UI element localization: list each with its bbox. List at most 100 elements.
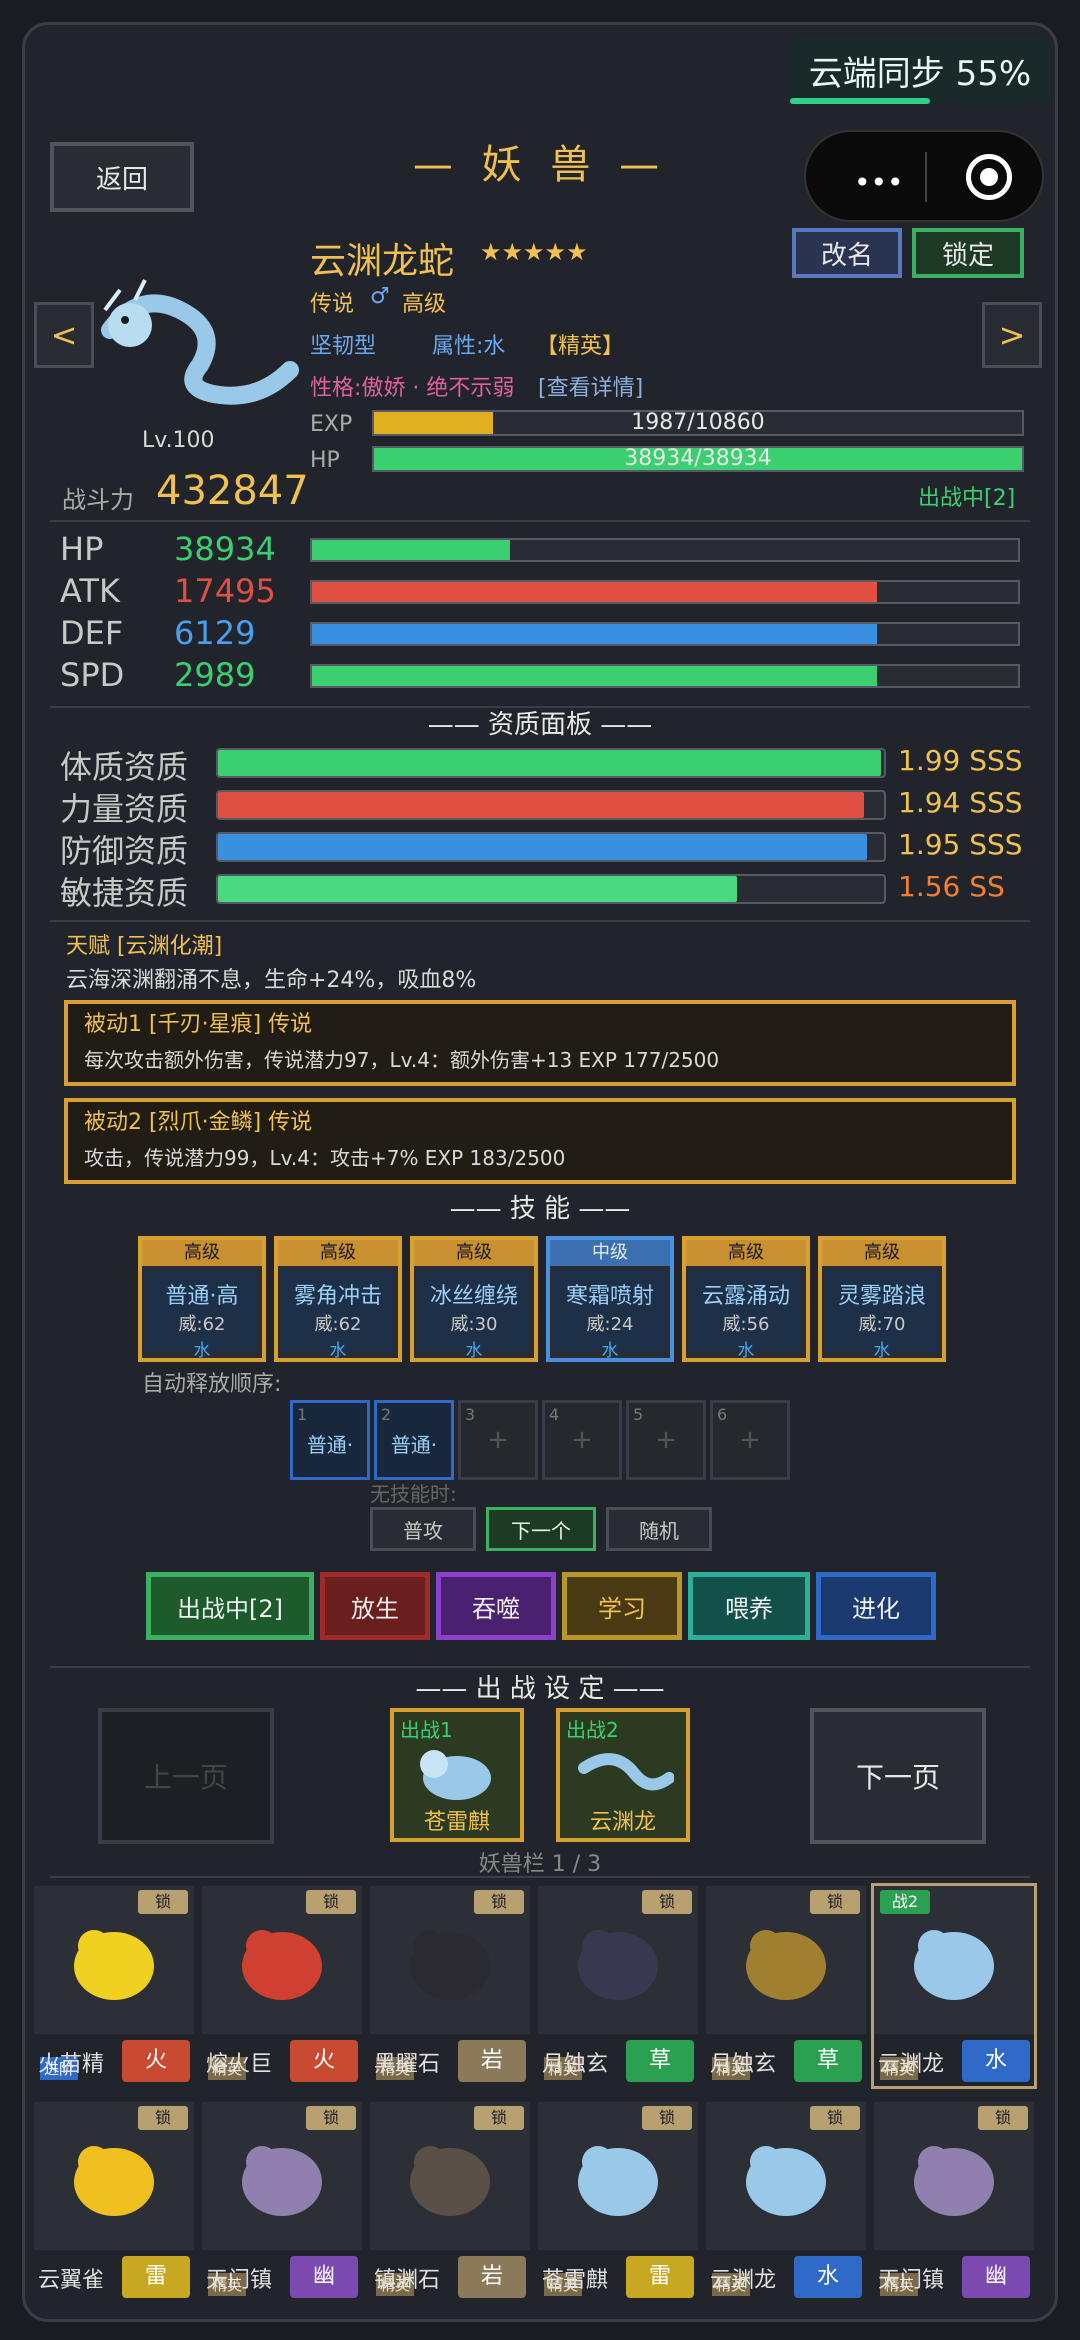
power-value: 432847 [156, 468, 309, 514]
evolve-button[interactable]: 进化 [816, 1572, 936, 1640]
skill-grade: 高级 [822, 1240, 942, 1266]
skill-grade: 高级 [686, 1240, 806, 1266]
auto-order-slot[interactable]: 4 + [542, 1400, 622, 1480]
team-title: —— 出 战 设 定 —— [415, 1674, 665, 1704]
element-badge: 岩 [458, 2040, 526, 2082]
beast-card-name: 月蚀玄 [710, 2052, 777, 2077]
devour-button[interactable]: 吞噬 [436, 1572, 556, 1640]
more-icon[interactable]: ••• [854, 166, 904, 199]
beast-card-name: 熔火巨 [206, 2052, 273, 2077]
beast-rank: 【精英】 [536, 334, 625, 359]
talent-desc: 云海深渊翻涌不息，生命+24%，吸血8% [66, 968, 477, 993]
beast-card-name: 月蚀玄 [542, 2052, 609, 2077]
beast-sprite [914, 1930, 994, 2000]
auto-order-slot[interactable]: 1 普通· [290, 1400, 370, 1480]
cloud-sync-progress [790, 98, 930, 104]
next-beast-button[interactable]: > [982, 302, 1042, 368]
close-target-icon[interactable] [966, 154, 1012, 200]
beast-sprite [914, 2146, 994, 2216]
element-badge: 水 [962, 2040, 1030, 2082]
beast-card[interactable]: 锁精英 月蚀玄草 [706, 1886, 866, 2086]
skill-power: 威:62 [178, 1314, 226, 1335]
feed-button[interactable]: 喂养 [688, 1572, 810, 1640]
mini-program-capsule[interactable]: ••• [804, 130, 1044, 222]
slot-number: 5 [633, 1405, 644, 1424]
skill-card[interactable]: 中级 寒霜喷射 威:24 水 [546, 1236, 674, 1362]
deployed-button[interactable]: 出战中[2] [146, 1572, 314, 1640]
beast-card-name: 天门镇 [878, 2268, 945, 2293]
beast-sprite [410, 2146, 490, 2216]
beast-card[interactable]: 锁云翼雀雷 [34, 2102, 194, 2302]
stat-bar [310, 622, 1020, 646]
beast-card[interactable]: 战2 精英 云渊龙水 [871, 1883, 1037, 2089]
beast-level: Lv.100 [142, 428, 215, 453]
auto-order-slot[interactable]: 6 + [710, 1400, 790, 1480]
slot-number: 3 [465, 1405, 476, 1424]
mode-random[interactable]: 随机 [606, 1507, 712, 1551]
power-label: 战斗力 [62, 486, 134, 514]
beast-card[interactable]: 锁精英 黑曜石岩 [370, 1886, 530, 2086]
add-icon: + [571, 1425, 593, 1455]
next-page-button[interactable]: 下一页 [810, 1708, 986, 1844]
stat-value: 17495 [174, 572, 276, 610]
auto-order-slot[interactable]: 3 + [458, 1400, 538, 1480]
beast-card-name: 云渊龙 [710, 2268, 777, 2293]
release-button[interactable]: 放生 [320, 1572, 430, 1640]
lock-badge: 锁 [474, 1890, 524, 1914]
stat-value: 2989 [174, 656, 256, 694]
skill-body: 冰丝缠绕 威:30 水 [418, 1270, 530, 1361]
beast-portrait [101, 279, 299, 405]
skill-card[interactable]: 高级 云露涌动 威:56 水 [682, 1236, 810, 1362]
talent-title: 天赋 [云渊化潮] [66, 934, 223, 959]
beast-card[interactable]: 锁精英 镇渊石岩 [370, 2102, 530, 2302]
passive-desc: 攻击，传说潜力99，Lv.4：攻击+7% EXP 183/2500 [84, 1146, 566, 1170]
learn-button[interactable]: 学习 [562, 1572, 682, 1640]
element-badge: 岩 [458, 2256, 526, 2298]
lock-badge: 锁 [474, 2106, 524, 2130]
rename-button[interactable]: 改名 [792, 228, 902, 278]
add-icon: + [739, 1425, 761, 1455]
beast-card[interactable]: 锁精英 苍雷麒雷 [538, 2102, 698, 2302]
beast-grade: 高级 [402, 292, 447, 317]
skill-card[interactable]: 高级 冰丝缠绕 威:30 水 [410, 1236, 538, 1362]
prev-beast-button[interactable]: < [34, 302, 94, 368]
element-badge: 火 [290, 2040, 358, 2082]
lock-badge: 锁 [138, 2106, 188, 2130]
beast-sprite [242, 2146, 322, 2216]
mode-next[interactable]: 下一个 [486, 1507, 596, 1551]
beast-card[interactable]: 锁精英 熔火巨火 [202, 1886, 362, 2086]
aptitude-bar [216, 748, 886, 778]
skill-name: 雾角冲击 [293, 1284, 382, 1309]
aptitude-bar-fill [218, 834, 868, 860]
beast-card[interactable]: 锁精英 天门镇幽 [874, 2102, 1034, 2302]
passive-skill-1[interactable]: 被动1 [千刃·星痕] 传说 每次攻击额外伤害，传说潜力97，Lv.4：额外伤害… [64, 1000, 1016, 1086]
divider [50, 520, 1030, 522]
mode-normal-attack[interactable]: 普攻 [370, 1507, 476, 1551]
add-icon: + [487, 1425, 509, 1455]
auto-order-slot[interactable]: 5 + [626, 1400, 706, 1480]
beast-thumbnail [420, 1750, 491, 1800]
element-badge: 草 [794, 2040, 862, 2082]
team-slot-1[interactable]: 出战1 苍雷麒 [390, 1708, 524, 1842]
beast-card[interactable]: 锁进阶 火苗精火 [34, 1886, 194, 2086]
beast-card[interactable]: 锁精英 天门镇幽 [202, 2102, 362, 2302]
skills-title: —— 技 能 —— [449, 1194, 631, 1224]
element-badge: 火 [122, 2040, 190, 2082]
skill-element: 水 [329, 1341, 347, 1361]
skill-power: 威:62 [314, 1314, 362, 1335]
view-detail-link[interactable]: [查看详情] [538, 370, 643, 402]
skill-card[interactable]: 高级 普通·高 威:62 水 [138, 1236, 266, 1362]
team-slot-2[interactable]: 出战2 云渊龙 [556, 1708, 690, 1842]
beast-card[interactable]: 锁精英 云渊龙水 [706, 2102, 866, 2302]
divider [50, 920, 1030, 922]
beast-card[interactable]: 锁精英 月蚀玄草 [538, 1886, 698, 2086]
skill-card[interactable]: 高级 灵雾踏浪 威:70 水 [818, 1236, 946, 1362]
skill-element: 水 [601, 1341, 619, 1361]
prev-page-button[interactable]: 上一页 [98, 1708, 274, 1844]
lock-button[interactable]: 锁定 [912, 228, 1024, 278]
capsule-divider [925, 152, 927, 202]
passive-skill-2[interactable]: 被动2 [烈爪·金鳞] 传说 攻击，传说潜力99，Lv.4：攻击+7% EXP … [64, 1098, 1016, 1184]
beast-sprite [746, 2146, 826, 2216]
skill-card[interactable]: 高级 雾角冲击 威:62 水 [274, 1236, 402, 1362]
auto-order-slot[interactable]: 2 普通· [374, 1400, 454, 1480]
